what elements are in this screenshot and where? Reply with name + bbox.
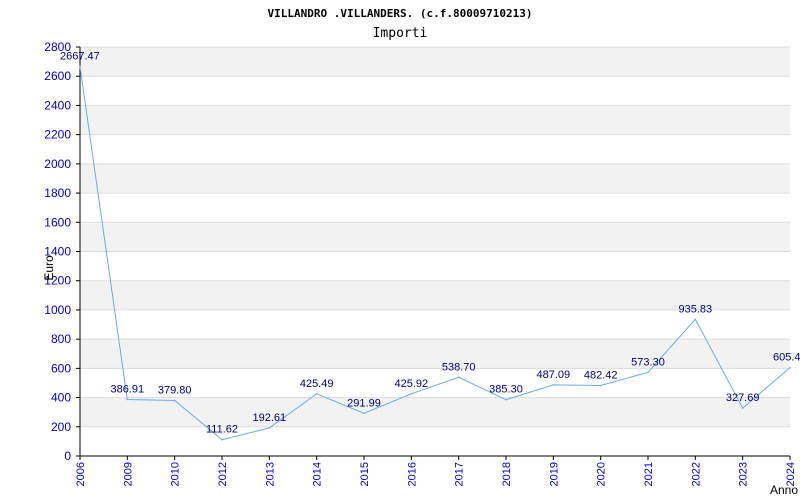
- y-axis-ticks: 0200400600800100012001400160018002000220…: [44, 40, 80, 463]
- data-point: [221, 438, 223, 441]
- y-tick-label: 1000: [44, 303, 71, 317]
- x-tick-label: 2021: [643, 462, 655, 486]
- x-tick-label: 2023: [738, 462, 750, 486]
- y-tick-label: 400: [51, 391, 71, 405]
- data-point: [410, 392, 413, 395]
- data-label: 487.09: [537, 369, 571, 381]
- x-axis-label: Anno: [770, 483, 798, 497]
- data-label: 482.42: [584, 370, 618, 382]
- data-label: 192.61: [253, 412, 287, 424]
- y-tick-label: 1800: [44, 186, 71, 200]
- data-point: [173, 399, 176, 402]
- y-tick-label: 600: [51, 361, 71, 375]
- data-point: [363, 412, 365, 415]
- data-point: [457, 376, 460, 379]
- plot-band: [80, 397, 790, 427]
- plot-band: [80, 251, 790, 281]
- x-tick-label: 2013: [264, 462, 276, 486]
- data-label: 2667.47: [60, 50, 100, 62]
- y-tick-label: 1600: [44, 215, 71, 229]
- x-tick-label: 2015: [359, 462, 371, 486]
- data-label: 385.30: [489, 384, 523, 396]
- data-label: 379.80: [158, 385, 192, 397]
- x-tick-label: 2014: [312, 462, 324, 486]
- data-point: [505, 398, 507, 401]
- data-label: 573.30: [631, 356, 665, 368]
- data-point: [552, 384, 555, 386]
- data-point: [694, 318, 697, 321]
- data-point: [789, 366, 791, 369]
- data-point: [268, 427, 271, 429]
- plot-band: [80, 134, 790, 164]
- plot-band: [80, 163, 790, 194]
- chart-subtitle: Importi: [373, 26, 428, 41]
- plot-band: [80, 339, 790, 369]
- y-tick-label: 800: [51, 332, 71, 346]
- data-label: 386.91: [111, 383, 145, 395]
- y-tick-label: 2000: [44, 157, 71, 171]
- data-label: 425.49: [300, 378, 334, 390]
- plot-band: [80, 47, 790, 77]
- data-point: [315, 393, 318, 395]
- y-tick-label: 2200: [44, 128, 71, 142]
- x-tick-label: 2010: [170, 462, 182, 486]
- data-point: [599, 384, 602, 387]
- y-tick-label: 0: [64, 449, 71, 463]
- x-tick-label: 2006: [75, 462, 87, 486]
- x-tick-label: 2017: [454, 462, 466, 486]
- data-label: 327.69: [726, 392, 760, 404]
- data-label: 605.4: [773, 352, 800, 364]
- chart-title: VILLANDRO .VILLANDERS. (c.f.80009710213): [268, 7, 533, 20]
- plot-band: [80, 105, 790, 135]
- data-point: [79, 65, 81, 68]
- y-tick-label: 2600: [44, 69, 71, 83]
- x-tick-label: 2018: [501, 462, 513, 486]
- x-tick-label: 2012: [217, 462, 229, 486]
- x-tick-label: 2019: [548, 462, 560, 486]
- x-tick-label: 2009: [122, 462, 134, 486]
- data-label: 111.62: [206, 424, 238, 436]
- y-tick-label: 2400: [44, 98, 71, 112]
- x-tick-label: 2016: [406, 462, 418, 486]
- data-label: 425.92: [395, 378, 429, 390]
- line-chart: VILLANDRO .VILLANDERS. (c.f.80009710213)…: [42, 7, 800, 497]
- y-tick-label: 200: [51, 420, 71, 434]
- x-axis-ticks: 2006 2009 2010 2012 2013 2014 2015 2016 2017 2018…: [75, 456, 797, 486]
- data-point: [126, 398, 129, 401]
- plot-band: [80, 76, 790, 106]
- data-point: [647, 371, 649, 374]
- x-tick-label: 2022: [690, 462, 702, 486]
- plot-band: [80, 426, 790, 456]
- data-label: 538.70: [442, 361, 476, 373]
- x-tick-label: 2020: [596, 462, 608, 486]
- y-axis-label: Euro: [42, 255, 56, 281]
- plot-band: [80, 222, 790, 252]
- data-label: 935.83: [679, 303, 713, 315]
- plot-band: [80, 193, 790, 223]
- data-point: [741, 407, 744, 409]
- data-label: 291.99: [347, 397, 381, 409]
